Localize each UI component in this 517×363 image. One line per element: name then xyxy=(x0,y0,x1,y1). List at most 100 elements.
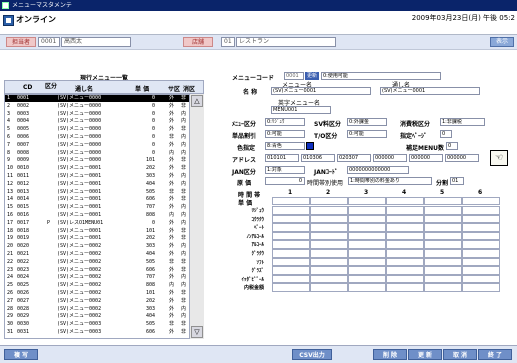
address-field[interactable]: 000000 xyxy=(409,154,443,162)
grid-cell[interactable] xyxy=(272,274,310,284)
menu-name-input[interactable]: (SV)メニュー0001 xyxy=(271,87,371,95)
scroll-down-icon[interactable]: ▽ xyxy=(191,326,203,338)
table-row[interactable]: 31 0031 (SV)メニュー0003 606 外非 xyxy=(5,329,190,336)
list-scrollbar[interactable]: △ ▽ xyxy=(189,94,204,339)
color-select[interactable]: 8:青色 xyxy=(265,142,305,150)
cancel-button[interactable]: 取 消 xyxy=(443,349,477,360)
grid-cell[interactable] xyxy=(386,257,424,267)
address-field[interactable]: 010306 xyxy=(301,154,335,162)
table-row[interactable]: 28 0028 (SV)メニュー0002 303 外内 xyxy=(5,306,190,313)
grid-cell[interactable] xyxy=(462,266,500,275)
grid-cell[interactable] xyxy=(386,240,424,249)
jan-kubun-select[interactable]: 1:対象 xyxy=(265,166,305,174)
address-field[interactable]: 020307 xyxy=(337,154,371,162)
grid-cell[interactable] xyxy=(462,206,500,215)
display-button[interactable]: 表示 xyxy=(490,37,514,47)
grid-cell[interactable] xyxy=(310,274,348,284)
page-input[interactable]: 0 xyxy=(440,130,452,138)
table-row[interactable]: 2 0002 (SV)メニュー0000 0 外非 xyxy=(5,103,190,110)
menu-code-input[interactable]: 0001 xyxy=(284,72,304,80)
grid-cell[interactable] xyxy=(386,206,424,215)
table-row[interactable]: 1 0001 (SV)メニュー0000 0 外非 xyxy=(5,95,190,102)
grid-cell[interactable] xyxy=(424,223,462,232)
grid-cell[interactable] xyxy=(348,206,386,215)
table-row[interactable]: 27 0027 (SV)メニュー0002 202 外非 xyxy=(5,298,190,305)
grid-cell[interactable] xyxy=(272,206,310,215)
grid-cell[interactable] xyxy=(424,257,462,267)
grid-cell[interactable] xyxy=(462,274,500,284)
grid-cell[interactable] xyxy=(348,266,386,275)
grid-cell[interactable] xyxy=(386,231,424,241)
grid-cell[interactable] xyxy=(272,240,310,249)
minute-input[interactable]: 01 xyxy=(450,177,464,185)
grid-cell[interactable] xyxy=(462,283,500,292)
grid-cell[interactable] xyxy=(462,223,500,232)
grid-cell[interactable] xyxy=(310,214,348,224)
table-row[interactable]: 5 0005 (SV)メニュー0000 0 外非 xyxy=(5,126,190,133)
grid-price-cell[interactable] xyxy=(348,197,386,205)
address-field[interactable]: 000000 xyxy=(445,154,479,162)
grid-cell[interactable] xyxy=(424,240,462,249)
table-row[interactable]: 12 0012 (SV)メニュー0001 404 外内 xyxy=(5,181,190,188)
delete-button[interactable]: 削 除 xyxy=(373,349,407,360)
supplement-input[interactable]: 0 xyxy=(446,142,458,150)
table-row[interactable]: 24 0024 (SV)メニュー0002 707 外内 xyxy=(5,274,190,281)
staff-code-field[interactable]: 0001 xyxy=(38,37,60,47)
table-row[interactable]: 3 0003 (SV)メニュー0000 0 外内 xyxy=(5,111,190,118)
grid-cell[interactable] xyxy=(272,214,310,224)
hand-icon[interactable]: ☜ xyxy=(490,150,508,166)
exit-button[interactable]: 終 了 xyxy=(478,349,512,360)
short-name-input[interactable]: (SV)メニュー0001 xyxy=(380,87,480,95)
table-row[interactable]: 4 0004 (SV)メニュー0000 0 外内 xyxy=(5,118,190,125)
grid-cell[interactable] xyxy=(272,266,310,275)
store-code-field[interactable]: 01 xyxy=(221,37,235,47)
copy-button[interactable]: 複 写 xyxy=(4,349,38,360)
tax-kubun-select[interactable]: 1:非課税 xyxy=(440,118,485,126)
grid-cell[interactable] xyxy=(348,274,386,284)
cost-input[interactable]: 0 xyxy=(265,177,305,185)
table-row[interactable]: 11 0011 (SV)メニュー0001 303 外内 xyxy=(5,173,190,180)
table-row[interactable]: 13 0013 (SV)メニュー0001 505 非非 xyxy=(5,189,190,196)
grid-cell[interactable] xyxy=(310,206,348,215)
grid-price-cell[interactable] xyxy=(462,197,500,205)
table-row[interactable]: 6 0006 (SV)メニュー0000 0 非内 xyxy=(5,134,190,141)
table-row[interactable]: 21 0021 (SV)メニュー0002 404 外内 xyxy=(5,251,190,258)
grid-cell[interactable] xyxy=(310,266,348,275)
csv-export-button[interactable]: CSV出力 xyxy=(292,349,332,360)
grid-cell[interactable] xyxy=(272,249,310,258)
address-field[interactable]: 010101 xyxy=(265,154,299,162)
grid-cell[interactable] xyxy=(310,240,348,249)
grid-cell[interactable] xyxy=(348,240,386,249)
grid-cell[interactable] xyxy=(310,249,348,258)
grid-cell[interactable] xyxy=(348,249,386,258)
sv-kubun-select[interactable]: 0:外課金 xyxy=(347,118,387,126)
grid-cell[interactable] xyxy=(424,231,462,241)
grid-cell[interactable] xyxy=(424,266,462,275)
time-price-select[interactable]: 1:時間帯別の料金あり xyxy=(348,177,432,185)
table-row[interactable]: 17 0017 P (SV)レスO1MENU01 0 外内 xyxy=(5,220,190,227)
table-row[interactable]: 22 0022 (SV)メニュー0002 505 非非 xyxy=(5,259,190,266)
table-row[interactable]: 25 0025 (SV)メニュー0002 808 内内 xyxy=(5,282,190,289)
table-row[interactable]: 18 0018 (SV)メニュー0001 101 外非 xyxy=(5,228,190,235)
update-button[interactable]: 更 新 xyxy=(408,349,442,360)
grid-cell[interactable] xyxy=(424,283,462,292)
address-field[interactable]: 000000 xyxy=(373,154,407,162)
grid-cell[interactable] xyxy=(348,231,386,241)
grid-cell[interactable] xyxy=(310,223,348,232)
grid-cell[interactable] xyxy=(424,214,462,224)
table-row[interactable]: 29 0029 (SV)メニュー0002 404 外内 xyxy=(5,313,190,320)
table-row[interactable]: 19 0019 (SV)メニュー0001 202 外非 xyxy=(5,235,190,242)
to-kubun-select[interactable]: 0:可能 xyxy=(347,130,387,138)
english-name-input[interactable]: MENU001 xyxy=(271,106,331,114)
grid-cell[interactable] xyxy=(424,274,462,284)
grid-cell[interactable] xyxy=(424,206,462,215)
table-row[interactable]: 9 0009 (SV)メニュー0000 101 外非 xyxy=(5,157,190,164)
grid-price-cell[interactable] xyxy=(424,197,462,205)
scroll-up-icon[interactable]: △ xyxy=(191,95,203,107)
grid-cell[interactable] xyxy=(310,231,348,241)
grid-price-cell[interactable] xyxy=(310,197,348,205)
discount-select[interactable]: 0:可能 xyxy=(265,130,305,138)
grid-cell[interactable] xyxy=(348,223,386,232)
grid-price-cell[interactable] xyxy=(386,197,424,205)
table-row[interactable]: 26 0026 (SV)メニュー0002 101 外非 xyxy=(5,290,190,297)
